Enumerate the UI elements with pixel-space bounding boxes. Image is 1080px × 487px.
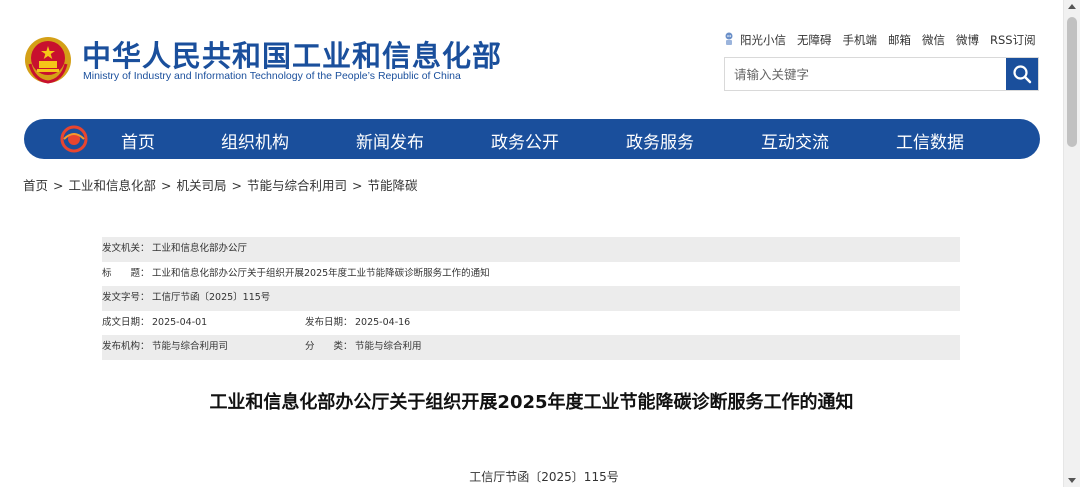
meta-agency-value: 节能与综合利用司 [152, 341, 229, 352]
site-header: 中华人民共和国工业和信息化部 Ministry of Industry and … [22, 30, 1042, 94]
toplink-sunshine[interactable]: 阳光小信 [740, 32, 786, 48]
meta-row-docno: 发文字号： 工信厅节函〔2025〕115号 [102, 286, 960, 311]
scroll-down-arrow-icon[interactable] [1068, 478, 1076, 483]
meta-created-value: 2025-04-01 [152, 316, 208, 328]
meta-issuer-label: 发文机关： [102, 243, 150, 254]
nav-item-data[interactable]: 工信数据 [896, 128, 964, 153]
top-links: 阳光小信 无障碍 手机端 邮箱 微信 微博 RSS订阅 [724, 32, 1036, 48]
meta-issuer-value: 工业和信息化部办公厅 [152, 243, 248, 254]
document-meta-table: 发文机关： 工业和信息化部办公厅 标 题： 工业和信息化部办公厅关于组织开展20… [102, 237, 960, 360]
nav-item-home[interactable]: 首页 [121, 128, 155, 153]
meta-category-value: 节能与综合利用 [355, 341, 422, 352]
meta-category-label: 分 类： [305, 341, 353, 352]
site-subtitle: Ministry of Industry and Information Tec… [83, 70, 461, 82]
search-box [724, 57, 1039, 91]
breadcrumb-home[interactable]: 首页 [23, 178, 48, 193]
meta-published-value: 2025-04-16 [355, 316, 411, 328]
assistant-robot-icon[interactable] [724, 32, 734, 46]
nav-item-gov-services[interactable]: 政务服务 [626, 128, 694, 153]
scroll-up-arrow-icon[interactable] [1068, 4, 1076, 9]
toplink-rss[interactable]: RSS订阅 [990, 32, 1036, 48]
document-number: 工信厅节函〔2025〕115号 [469, 470, 619, 484]
document-title: 工业和信息化部办公厅关于组织开展2025年度工业节能降碳诊断服务工作的通知 [209, 392, 854, 413]
breadcrumb-separator: > [352, 178, 363, 193]
meta-row-dates: 成文日期： 2025-04-01 发布日期： 2025-04-16 [102, 311, 960, 336]
nav-item-news[interactable]: 新闻发布 [356, 128, 424, 153]
breadcrumb-separator: > [53, 178, 64, 193]
scrollbar-thumb[interactable] [1067, 17, 1077, 147]
toplink-wechat[interactable]: 微信 [922, 32, 945, 48]
breadcrumb-energy-dept[interactable]: 节能与综合利用司 [247, 178, 347, 193]
breadcrumb-departments[interactable]: 机关司局 [177, 178, 227, 193]
toplink-weibo[interactable]: 微博 [956, 32, 979, 48]
meta-title-value: 工业和信息化部办公厅关于组织开展2025年度工业节能降碳诊断服务工作的通知 [152, 267, 490, 279]
breadcrumb-separator: > [161, 178, 172, 193]
nav-item-interaction[interactable]: 互动交流 [761, 128, 829, 153]
meta-title-label: 标 题： [102, 267, 150, 279]
meta-created-label: 成文日期： [102, 316, 150, 328]
meta-row-title: 标 题： 工业和信息化部办公厅关于组织开展2025年度工业节能降碳诊断服务工作的… [102, 262, 960, 287]
nav-item-organization[interactable]: 组织机构 [221, 128, 289, 153]
search-button[interactable] [1006, 58, 1038, 90]
breadcrumb-separator: > [231, 178, 242, 193]
nav-logo-icon[interactable] [60, 125, 88, 153]
search-icon [1013, 65, 1032, 84]
breadcrumb-energy-saving[interactable]: 节能降碳 [368, 178, 418, 193]
meta-row-agency: 发布机构： 节能与综合利用司 分 类： 节能与综合利用 [102, 335, 960, 360]
breadcrumb-ministry[interactable]: 工业和信息化部 [69, 178, 157, 193]
toplink-mail[interactable]: 邮箱 [888, 32, 911, 48]
meta-docno-value: 工信厅节函〔2025〕115号 [152, 292, 271, 303]
toplink-mobile[interactable]: 手机端 [843, 32, 878, 48]
breadcrumb: 首页 > 工业和信息化部 > 机关司局 > 节能与综合利用司 > 节能降碳 [23, 175, 418, 194]
meta-published-label: 发布日期： [305, 316, 353, 328]
search-input[interactable] [725, 58, 1007, 90]
national-emblem-icon[interactable] [24, 34, 72, 86]
meta-agency-label: 发布机构： [102, 341, 150, 352]
nav-item-gov-affairs-open[interactable]: 政务公开 [491, 128, 559, 153]
page-scrollbar[interactable] [1063, 0, 1080, 487]
site-title[interactable]: 中华人民共和国工业和信息化部 [82, 33, 502, 75]
main-nav: 首页 组织机构 新闻发布 政务公开 政务服务 互动交流 工信数据 [24, 119, 1040, 159]
meta-row-issuer: 发文机关： 工业和信息化部办公厅 [102, 237, 960, 262]
toplink-accessibility[interactable]: 无障碍 [797, 32, 832, 48]
meta-docno-label: 发文字号： [102, 292, 150, 303]
